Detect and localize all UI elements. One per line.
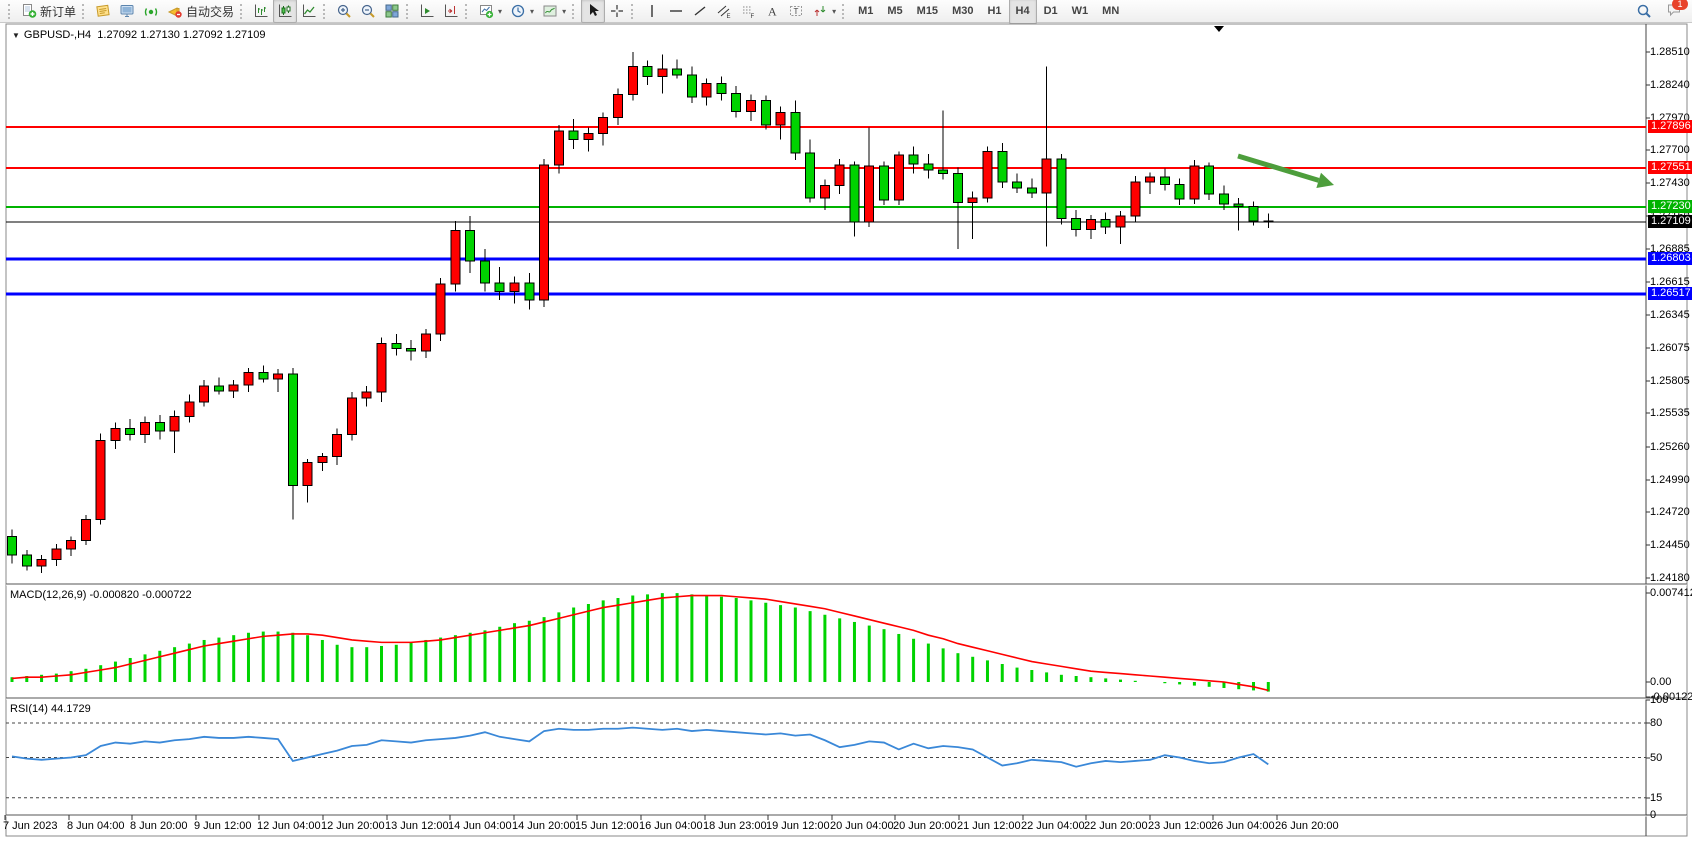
price-chart-plot[interactable]: [0, 0, 1692, 845]
date-axis-label: 14 Jun 20:00: [512, 820, 576, 832]
date-axis-label: 22 Jun 04:00: [1021, 820, 1085, 832]
macd-panel[interactable]: [12, 593, 1268, 691]
date-axis-label: 7 Jun 2023: [3, 820, 57, 832]
candlesticks: [8, 52, 1273, 573]
macd-values: -0.000820 -0.000722: [89, 589, 191, 601]
price-line-badge: 1.26803: [1648, 252, 1692, 265]
price-axis-label: 1.26345: [1650, 309, 1690, 321]
horizontal-level-lines[interactable]: [6, 127, 1646, 294]
price-line-badge: 1.27551: [1648, 161, 1692, 174]
macd-axis-label: 0.007412: [1650, 587, 1692, 599]
chart-ohlc-values: 1.27092 1.27130 1.27092 1.27109: [97, 29, 265, 41]
price-line-badge: 1.27109: [1648, 215, 1692, 228]
price-axis-label: 1.25260: [1650, 441, 1690, 453]
trading-terminal: 新订单自动交易▾▾▾EFAT▾M1M5M15M30H1H4D1W1MN1 ▼GB…: [0, 0, 1692, 845]
date-axis-label: 22 Jun 20:00: [1084, 820, 1148, 832]
date-axis-label: 12 Jun 04:00: [257, 820, 321, 832]
date-axis-label: 13 Jun 12:00: [385, 820, 449, 832]
macd-axis-label: 0.00: [1650, 676, 1671, 688]
rsi-axis-label: 50: [1650, 752, 1662, 764]
date-axis-label: 8 Jun 20:00: [130, 820, 188, 832]
price-axis-label: 1.24720: [1650, 506, 1690, 518]
date-axis-label: 23 Jun 12:00: [1148, 820, 1212, 832]
price-axis-label: 1.27700: [1650, 144, 1690, 156]
price-axis-label: 1.24180: [1650, 572, 1690, 584]
price-axis-label: 1.24990: [1650, 474, 1690, 486]
price-axis-label: 1.25535: [1650, 407, 1690, 419]
date-axis-label: 15 Jun 12:00: [575, 820, 639, 832]
date-axis-label: 21 Jun 12:00: [957, 820, 1021, 832]
rsi-label: RSI(14) 44.1729: [10, 703, 91, 715]
macd-label: MACD(12,26,9) -0.000820 -0.000722: [10, 589, 192, 601]
rsi-value: 44.1729: [51, 703, 91, 715]
date-axis-label: 26 Jun 20:00: [1275, 820, 1339, 832]
price-axis-label: 1.26075: [1650, 342, 1690, 354]
chart-symbol-period: GBPUSD-,H4: [24, 29, 91, 41]
date-axis-label: 16 Jun 04:00: [639, 820, 703, 832]
chart-title: ▼ GBPUSD-,H4 1.27092 1.27130 1.27092 1.27…: [12, 29, 266, 41]
date-axis-label: 8 Jun 04:00: [67, 820, 125, 832]
price-axis-label: 1.27430: [1650, 177, 1690, 189]
rsi-axis-label: 100: [1650, 694, 1668, 706]
rsi-axis-label: 80: [1650, 717, 1662, 729]
date-axis-label: 9 Jun 12:00: [194, 820, 252, 832]
price-line-badge: 1.27896: [1648, 120, 1692, 133]
rsi-axis-label: 15: [1650, 792, 1662, 804]
price-line-badge: 1.27230: [1648, 200, 1692, 213]
chart-menu-icon[interactable]: ▼: [12, 31, 20, 40]
price-axis-label: 1.24450: [1650, 539, 1690, 551]
date-axis-label: 14 Jun 04:00: [448, 820, 512, 832]
price-axis-label: 1.28240: [1650, 79, 1690, 91]
price-axis-label: 1.28510: [1650, 46, 1690, 58]
date-axis-label: 20 Jun 20:00: [893, 820, 957, 832]
price-line-badge: 1.26517: [1648, 287, 1692, 300]
date-axis-label: 26 Jun 04:00: [1211, 820, 1275, 832]
down-arrow-annotation[interactable]: [1238, 156, 1334, 188]
price-axis-label: 1.25805: [1650, 375, 1690, 387]
chart-shift-marker-icon[interactable]: [1214, 26, 1224, 32]
date-axis-label: 19 Jun 12:00: [766, 820, 830, 832]
date-axis-label: 12 Jun 20:00: [321, 820, 385, 832]
rsi-panel[interactable]: [6, 723, 1646, 798]
rsi-axis-label: 0: [1650, 809, 1656, 821]
chart-frame: [6, 24, 1687, 836]
date-axis-label: 20 Jun 04:00: [830, 820, 894, 832]
date-axis-label: 18 Jun 23:00: [703, 820, 767, 832]
